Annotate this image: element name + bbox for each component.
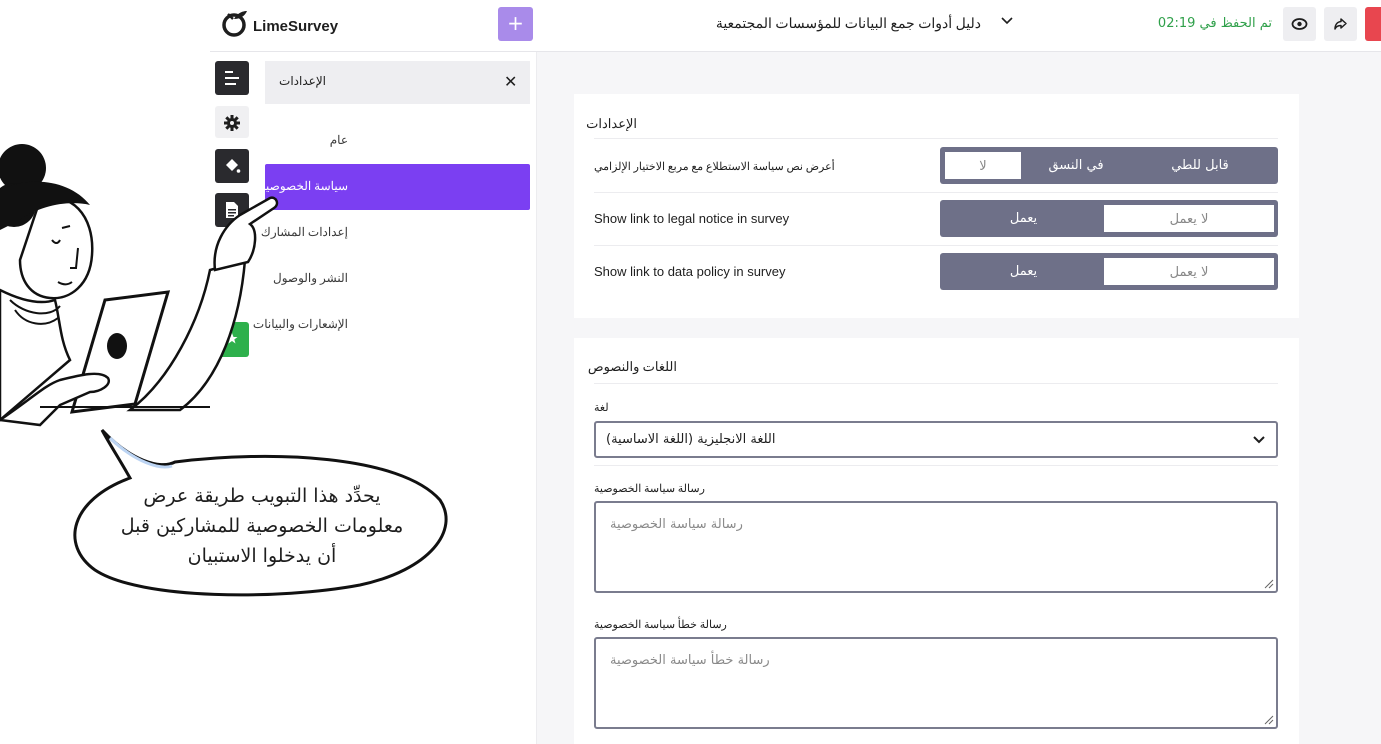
divider [594, 138, 1278, 139]
language-select[interactable]: اللغة الانجليزية (اللغة الاساسية) [594, 421, 1278, 458]
survey-title[interactable]: دليل أدوات جمع البيانات للمؤسسات المجتمع… [716, 16, 981, 33]
option-on[interactable]: يعمل [944, 204, 1103, 233]
brand-name[interactable]: LimeSurvey [253, 18, 338, 35]
legal-notice-toggle: لا يعمل يعمل [940, 200, 1278, 237]
languages-card: اللغات والنصوص لغة اللغة الانجليزية (الل… [574, 338, 1299, 744]
privacy-message-input[interactable]: رسالة سياسة الخصوصية [594, 501, 1278, 593]
show-policy-text-toggle: قابل للطي في النسق لا [940, 147, 1278, 184]
legal-notice-label: Show link to legal notice in survey [594, 211, 790, 226]
divider [594, 192, 1278, 193]
menu-icon [225, 71, 239, 85]
saved-status: تم الحفظ في 02:19 [1157, 16, 1272, 31]
option-collapsible[interactable]: قابل للطي [1130, 151, 1270, 180]
panel-header: الإعدادات ✕ [265, 61, 530, 104]
option-no[interactable]: لا [944, 151, 1022, 180]
privacy-error-input[interactable]: رسالة خطأ سياسة الخصوصية [594, 637, 1278, 729]
chevron-down-icon[interactable] [1000, 14, 1014, 28]
languages-card-title: اللغات والنصوص [587, 359, 677, 374]
language-value: اللغة الانجليزية (اللغة الاساسية) [606, 432, 776, 447]
preview-button[interactable] [1283, 7, 1316, 41]
close-icon[interactable]: ✕ [504, 73, 517, 91]
settings-card: الإعدادات أعرض نص سياسة الاستطلاع مع مرب… [574, 94, 1299, 318]
eye-icon [1291, 18, 1308, 30]
data-policy-toggle: لا يعمل يعمل [940, 253, 1278, 290]
option-inline[interactable]: في النسق [1022, 151, 1130, 180]
share-button[interactable] [1324, 7, 1357, 41]
share-icon [1334, 18, 1347, 30]
limesurvey-logo-icon[interactable] [220, 8, 250, 38]
privacy-message-placeholder: رسالة سياسة الخصوصية [610, 517, 743, 532]
option-on[interactable]: يعمل [944, 257, 1103, 286]
callout-line: أن يدخلوا الاستبيان [187, 545, 337, 567]
privacy-error-placeholder: رسالة خطأ سياسة الخصوصية [610, 653, 770, 668]
show-policy-text-label: أعرض نص سياسة الاستطلاع مع مربع الاختيار… [594, 161, 835, 173]
resize-grip-icon[interactable] [1262, 713, 1274, 725]
top-bar: LimeSurvey + دليل أدوات جمع البيانات للم… [210, 0, 1381, 52]
divider [594, 383, 1278, 384]
callout-text: يحدِّد هذا التبويب طريقة عرض معلومات الخ… [95, 481, 429, 571]
structure-menu-button[interactable] [215, 61, 249, 95]
callout-line: يحدِّد هذا التبويب طريقة عرض [143, 485, 381, 507]
exit-button[interactable] [1365, 7, 1381, 41]
panel-divider [536, 52, 537, 744]
data-policy-label: Show link to data policy in survey [594, 264, 786, 279]
option-off[interactable]: لا يعمل [1103, 204, 1275, 233]
callout-line: معلومات الخصوصية للمشاركين قبل [120, 515, 404, 537]
add-button[interactable]: + [498, 7, 533, 41]
divider [594, 245, 1278, 246]
privacy-message-label: رسالة سياسة الخصوصية [594, 483, 705, 495]
divider [594, 465, 1278, 466]
resize-grip-icon[interactable] [1262, 577, 1274, 589]
chevron-down-icon [1253, 436, 1265, 444]
language-label: لغة [594, 402, 609, 414]
privacy-error-label: رسالة خطأ سياسة الخصوصية [594, 619, 727, 631]
settings-card-title: الإعدادات [586, 116, 637, 131]
option-off[interactable]: لا يعمل [1103, 257, 1275, 286]
app-root: LimeSurvey + دليل أدوات جمع البيانات للم… [0, 0, 1381, 744]
panel-title: الإعدادات [279, 74, 326, 88]
